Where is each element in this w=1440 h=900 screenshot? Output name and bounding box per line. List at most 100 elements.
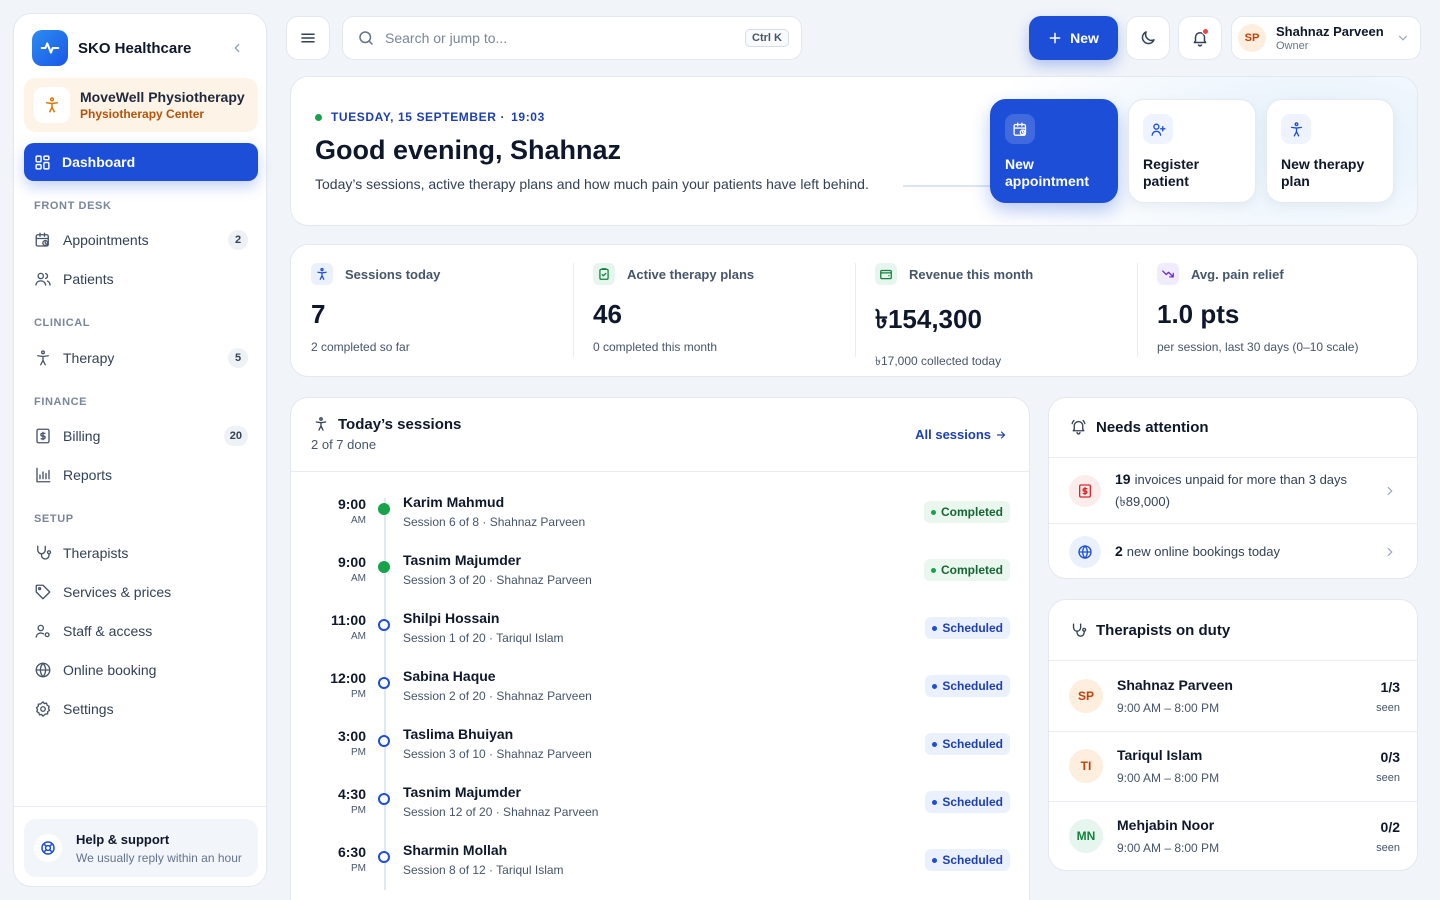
- billing-count-badge: 20: [223, 426, 248, 446]
- therapists-on-duty-title: Therapists on duty: [1096, 622, 1231, 639]
- unpaid-text: invoices unpaid for more than 3 days (৳8…: [1115, 472, 1348, 509]
- session-detail: Session 3 of 20 · Shahnaz Parveen: [403, 573, 592, 587]
- hero-time-text: 19:03: [511, 110, 545, 124]
- session-row[interactable]: 4:30 PM Tasnim Majumder Session 12 of 20 …: [291, 780, 1029, 838]
- new-appointment-button[interactable]: New appointment: [990, 99, 1118, 203]
- hero-date-separator: ·: [500, 110, 506, 124]
- sessions-subtitle: 2 of 7 done: [311, 437, 377, 452]
- nav-online-booking[interactable]: Online booking: [24, 652, 258, 688]
- session-detail: Session 2 of 20 · Shahnaz Parveen: [403, 689, 592, 703]
- session-row[interactable]: 9:00 AM Tasnim Majumder Session 3 of 20 ·…: [291, 548, 1029, 606]
- session-row[interactable]: 6:30 PM Sharmin Mollah Session 8 of 12 · …: [291, 838, 1029, 896]
- new-therapy-plan-button[interactable]: New therapy plan: [1266, 99, 1394, 203]
- help-subtitle: We usually reply within an hour: [76, 850, 242, 865]
- attention-item-online-bookings[interactable]: 2 new online bookings today: [1049, 524, 1417, 578]
- timeline-dot-scheduled: [378, 735, 390, 747]
- session-time: 11:00: [330, 612, 366, 628]
- avatar: SP: [1069, 679, 1103, 713]
- new-button-label: New: [1070, 30, 1099, 46]
- chevron-down-icon: [1396, 31, 1410, 45]
- timeline-dot-scheduled: [378, 619, 390, 631]
- sidebar-divider: [14, 806, 266, 807]
- stethoscope-icon: [1070, 622, 1087, 639]
- notifications-button[interactable]: [1178, 16, 1222, 60]
- user-role: Owner: [1276, 40, 1309, 52]
- search-input[interactable]: Search or jump to...: [385, 30, 507, 46]
- session-ampm: AM: [351, 631, 366, 642]
- stat-divider: [1137, 263, 1138, 357]
- hero-connector: [903, 185, 991, 187]
- session-row[interactable]: 9:00 AM Karim Mahmud Session 6 of 8 · Sha…: [291, 490, 1029, 548]
- seen-count: 0/2: [1380, 819, 1400, 835]
- seen-label: seen: [1376, 842, 1400, 854]
- nav-dashboard[interactable]: Dashboard: [24, 143, 258, 181]
- help-support[interactable]: Help & support We usually reply within a…: [24, 819, 258, 877]
- calendar-clock-icon: [34, 231, 52, 249]
- stat-label: Active therapy plans: [627, 266, 755, 282]
- theme-toggle-button[interactable]: [1126, 16, 1170, 60]
- pulse-logo-icon: [32, 30, 68, 66]
- invoice-icon: [34, 427, 52, 445]
- status-text: Completed: [940, 563, 1003, 577]
- status-badge: Completed: [923, 559, 1010, 581]
- stat-label: Revenue this month: [909, 266, 1034, 282]
- therapist-row[interactable]: TI Tariqul Islam 9:00 AM – 8:00 PM 0/3 s…: [1049, 731, 1417, 801]
- status-badge: Scheduled: [925, 675, 1010, 697]
- nav-patients[interactable]: Patients: [24, 261, 258, 297]
- card-divider: [291, 471, 1029, 472]
- nav-appointments[interactable]: Appointments 2: [24, 222, 258, 258]
- stat-label: Avg. pain relief: [1191, 266, 1284, 282]
- nav-therapy-label: Therapy: [63, 350, 115, 366]
- therapist-row[interactable]: SP Shahnaz Parveen 9:00 AM – 8:00 PM 1/3…: [1049, 661, 1417, 731]
- stat-value: 46: [593, 299, 622, 329]
- nav-settings[interactable]: Settings: [24, 691, 258, 727]
- person-stretch-icon: [34, 87, 70, 123]
- nav-staff-label: Staff & access: [63, 623, 153, 639]
- therapists-on-duty-card: Therapists on duty SP Shahnaz Parveen 9:…: [1048, 599, 1418, 871]
- avatar: MN: [1069, 819, 1103, 853]
- register-patient-label: Register patient: [1143, 156, 1200, 189]
- todays-sessions-card: Today’s sessions 2 of 7 done All session…: [290, 397, 1030, 900]
- stat-label: Sessions today: [345, 266, 441, 282]
- status-badge: Scheduled: [925, 733, 1010, 755]
- clinic-switcher[interactable]: MoveWell Physiotherapy Physiotherapy Cen…: [24, 78, 258, 132]
- nav-services-prices[interactable]: Services & prices: [24, 574, 258, 610]
- collapse-sidebar-icon[interactable]: [226, 37, 248, 59]
- nav-reports[interactable]: Reports: [24, 457, 258, 493]
- session-ampm: PM: [351, 863, 366, 874]
- session-row[interactable]: 12:00 PM Sabina Haque Session 2 of 20 · S…: [291, 664, 1029, 722]
- user-key-icon: [34, 622, 52, 640]
- session-time: 4:30: [337, 786, 366, 802]
- attention-item-unpaid-invoices[interactable]: 19 invoices unpaid for more than 3 days (…: [1049, 458, 1417, 523]
- nav-therapy[interactable]: Therapy 5: [24, 340, 258, 376]
- nav-dashboard-label: Dashboard: [62, 154, 136, 170]
- section-setup: SETUP: [34, 513, 74, 525]
- session-time: 3:00: [337, 728, 366, 744]
- globe-icon: [1069, 535, 1101, 568]
- arrow-right-icon: [991, 429, 1007, 441]
- status-badge: Completed: [923, 501, 1010, 523]
- menu-button[interactable]: [286, 16, 330, 60]
- brand: SKO Healthcare: [32, 30, 248, 66]
- session-row[interactable]: 11:00 AM Shilpi Hossain Session 1 of 20 ·…: [291, 606, 1029, 664]
- all-sessions-link[interactable]: All sessions: [915, 427, 1007, 442]
- new-button[interactable]: New: [1029, 16, 1118, 60]
- register-patient-button[interactable]: Register patient: [1128, 99, 1256, 203]
- patient-name: Tasnim Majumder: [403, 552, 521, 568]
- patient-name: Sharmin Mollah: [403, 842, 508, 858]
- search-bar[interactable]: Search or jump to... Ctrl K: [342, 16, 802, 60]
- user-menu[interactable]: SP Shahnaz Parveen Owner: [1231, 16, 1421, 60]
- session-ampm: AM: [351, 515, 366, 526]
- search-icon: [357, 29, 375, 47]
- therapist-row[interactable]: MN Mehjabin Noor 9:00 AM – 8:00 PM 0/2 s…: [1049, 801, 1417, 870]
- status-badge: Scheduled: [925, 617, 1010, 639]
- nav-staff-access[interactable]: Staff & access: [24, 613, 258, 649]
- timeline-dot-completed: [378, 561, 390, 573]
- session-row[interactable]: 3:00 PM Taslima Bhuiyan Session 3 of 10 ·…: [291, 722, 1029, 780]
- hero-date: TUESDAY, 15 SEPTEMBER · 19:03: [315, 110, 545, 124]
- globe-icon: [34, 661, 52, 679]
- nav-therapists[interactable]: Therapists: [24, 535, 258, 571]
- nav-reports-label: Reports: [63, 467, 113, 483]
- status-text: Completed: [940, 505, 1003, 519]
- nav-billing[interactable]: Billing 20: [24, 418, 258, 454]
